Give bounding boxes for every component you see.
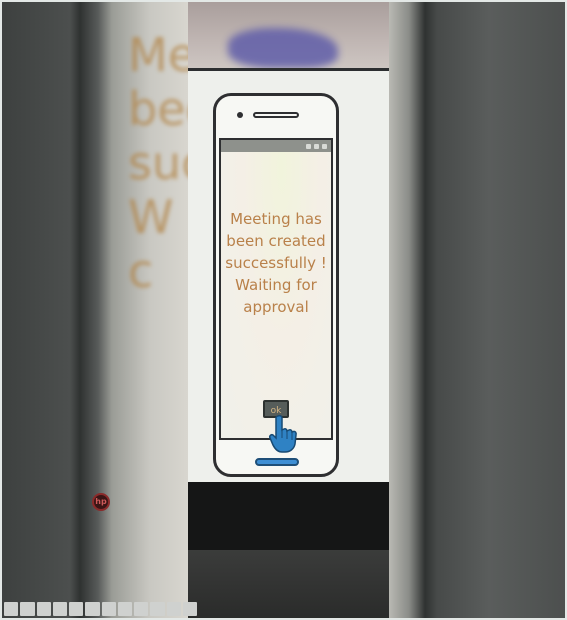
key [101,602,116,616]
keyboard-keys [4,602,197,616]
key [182,602,197,616]
key [52,602,67,616]
key [4,602,19,616]
key [36,602,51,616]
key [20,602,35,616]
phone-speaker-icon [253,112,299,118]
signal-icon [306,143,311,149]
wifi-icon [314,143,319,149]
hand-pointer-icon [269,414,297,453]
phone-screen: Meeting has been created successfully ! … [219,138,333,440]
laptop-keyboard [188,550,389,620]
blurred-right-panel [389,0,567,620]
key [69,602,84,616]
key [134,602,149,616]
battery-icon [322,143,327,149]
key [117,602,132,616]
fabric-shape [228,28,338,68]
phone-camera-icon [237,112,243,118]
confirmation-message: Meeting has been created successfully ! … [225,210,327,316]
laptop-bezel [188,482,389,550]
background-fabric [188,0,389,72]
phone-home-button [255,458,299,466]
key [150,602,165,616]
status-bar [221,140,331,152]
hp-logo-icon: hp [92,493,110,511]
key [166,602,181,616]
key [85,602,100,616]
